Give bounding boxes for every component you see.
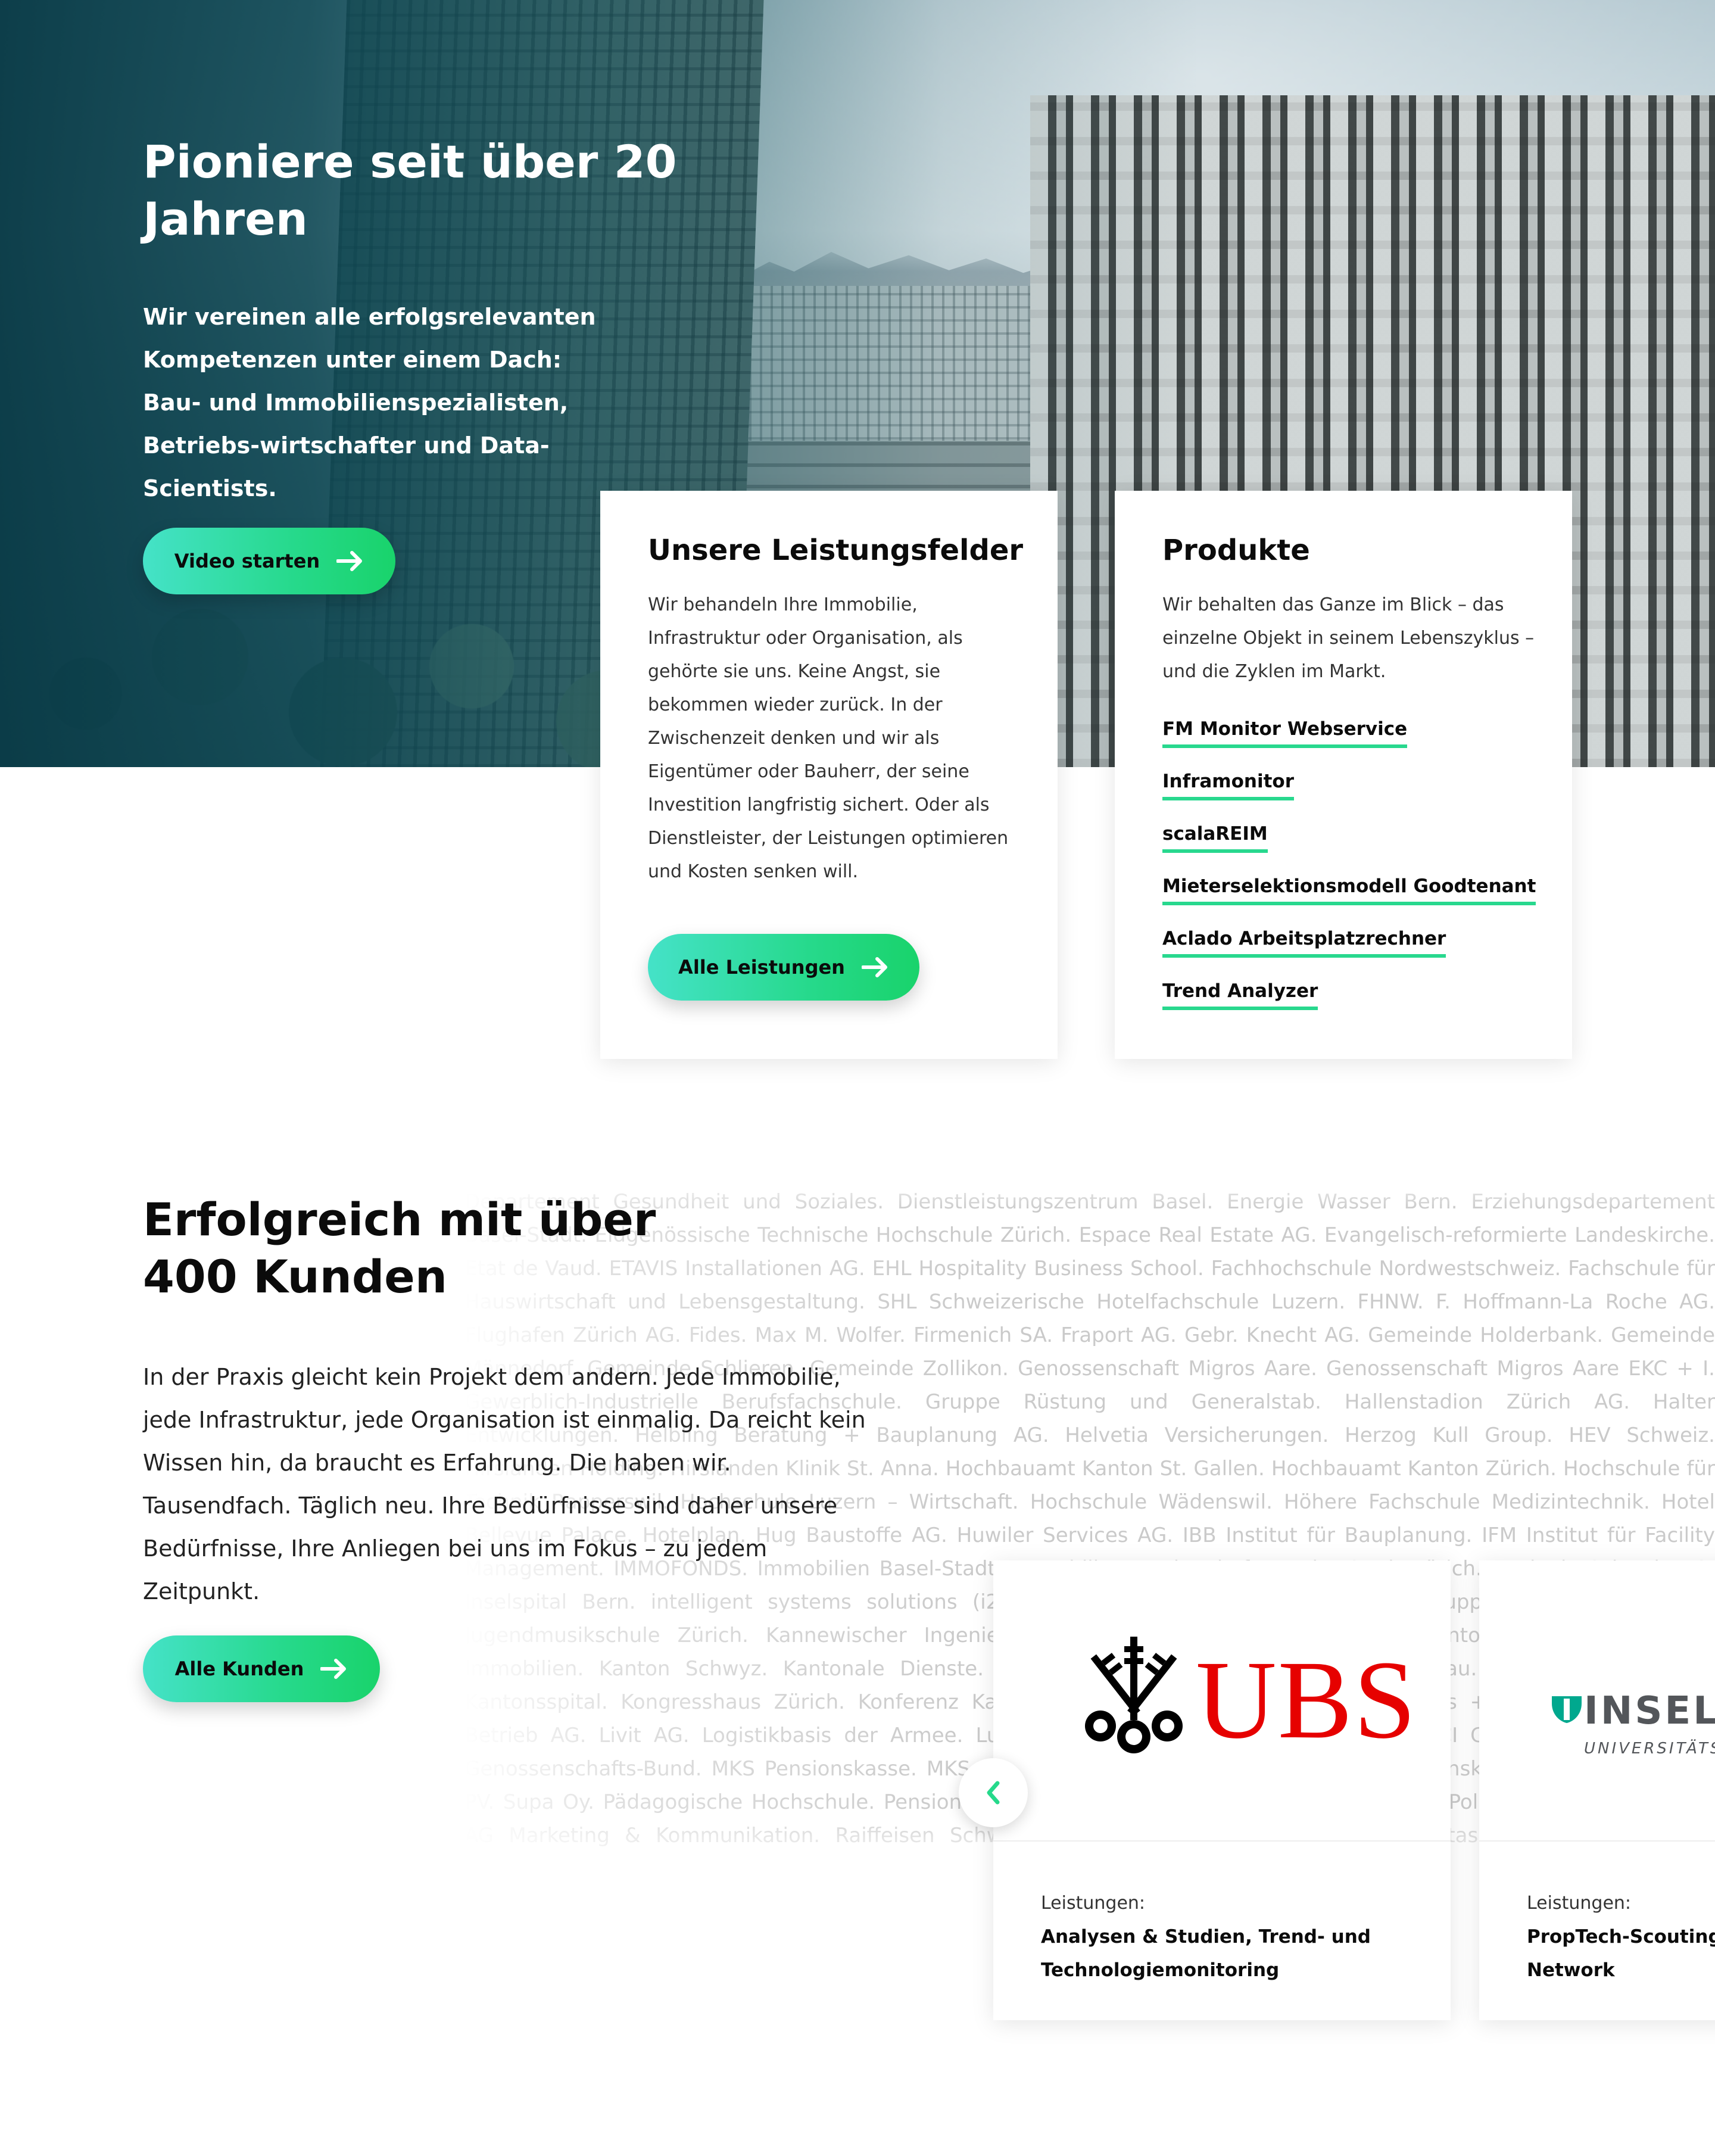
products-card: Produkte Wir behalten das Ganze im Blick… — [1115, 491, 1572, 1059]
product-list-item: scalaREIM — [1162, 820, 1544, 872]
product-list-item: Mieterselektionsmodell Goodtenant — [1162, 872, 1544, 924]
all-customers-label: Alle Kunden — [174, 1657, 304, 1680]
client-services-label: Leistungen: — [1527, 1893, 1632, 1914]
client-card-inselspital[interactable]: INSELSPITAL UNIVERSITÄTSSPITAL HOPITAL U… — [1479, 1560, 1715, 2020]
products-card-title: Produkte — [1162, 534, 1310, 567]
all-customers-button[interactable]: Alle Kunden — [143, 1635, 380, 1702]
products-card-text: Wir behalten das Ganze im Blick – das ei… — [1162, 594, 1535, 682]
product-link-aclado[interactable]: Aclado Arbeitsplatzrechner — [1162, 924, 1446, 958]
hero-text: Wir vereinen alle erfolgsrelevanten Komp… — [143, 304, 596, 501]
client-services-value: Analysen & Studien, Trend- und Technolog… — [1041, 1926, 1371, 1981]
ubs-wordmark: UBS — [1196, 1637, 1417, 1762]
product-link-goodtenant[interactable]: Mieterselektionsmodell Goodtenant — [1162, 872, 1536, 905]
chevron-left-icon — [987, 1781, 1000, 1805]
inselspital-subtitle: UNIVERSITÄTSSPITAL HOPITAL UNIVERSITAIRE… — [1584, 1740, 1715, 1758]
customers-title: Erfolgreich mit über 400 Kunden — [143, 1193, 656, 1303]
product-link-inframonitor[interactable]: Inframonitor — [1162, 767, 1294, 800]
customers-text: In der Praxis gleicht kein Projekt dem a… — [143, 1364, 866, 1604]
arrow-right-icon — [861, 957, 887, 977]
client-logo-area: UBS — [993, 1560, 1451, 1842]
carousel-prev-button[interactable] — [959, 1758, 1028, 1827]
product-list-item: FM Monitor Webservice — [1162, 715, 1544, 767]
hero-title: Pioniere seit über 20 Jahren — [143, 135, 677, 245]
video-start-button[interactable]: Video starten — [143, 528, 395, 594]
page: Pioniere seit über 20 Jahren Wir vereine… — [0, 0, 1715, 2156]
ubs-keys-logo — [1085, 1637, 1183, 1753]
client-card-ubs[interactable]: UBS Leistungen: Analysen & Studien, Tren… — [993, 1560, 1451, 2020]
product-link-fm-monitor[interactable]: FM Monitor Webservice — [1162, 715, 1408, 748]
product-list-item: Aclado Arbeitsplatzrechner — [1162, 924, 1544, 977]
inselspital-emblem-logo — [1552, 1696, 1582, 1723]
product-list-item: Trend Analyzer — [1162, 977, 1544, 1029]
client-services-label: Leistungen: — [1041, 1893, 1146, 1914]
arrow-right-icon — [336, 551, 363, 571]
product-link-list: FM Monitor Webservice Inframonitor scala… — [1162, 715, 1544, 1029]
video-start-label: Video starten — [174, 550, 320, 572]
services-card-title: Unsere Leistungsfelder — [648, 534, 1024, 567]
services-card-text: Wir behandeln Ihre Immobilie, Infrastruk… — [648, 594, 1009, 882]
arrow-right-icon — [320, 1659, 347, 1679]
all-services-label: Alle Leistungen — [678, 956, 845, 979]
product-link-scalareim[interactable]: scalaREIM — [1162, 820, 1268, 853]
product-list-item: Inframonitor — [1162, 767, 1544, 820]
client-services-value: PropTech-Scouting Innovation Network — [1527, 1926, 1715, 1981]
client-logo-area: INSELSPITAL UNIVERSITÄTSSPITAL HOPITAL U… — [1479, 1560, 1715, 1842]
inselspital-wordmark: INSELSPITAL — [1584, 1689, 1715, 1733]
product-link-trend-analyzer[interactable]: Trend Analyzer — [1162, 977, 1318, 1010]
all-services-button[interactable]: Alle Leistungen — [648, 934, 919, 1001]
